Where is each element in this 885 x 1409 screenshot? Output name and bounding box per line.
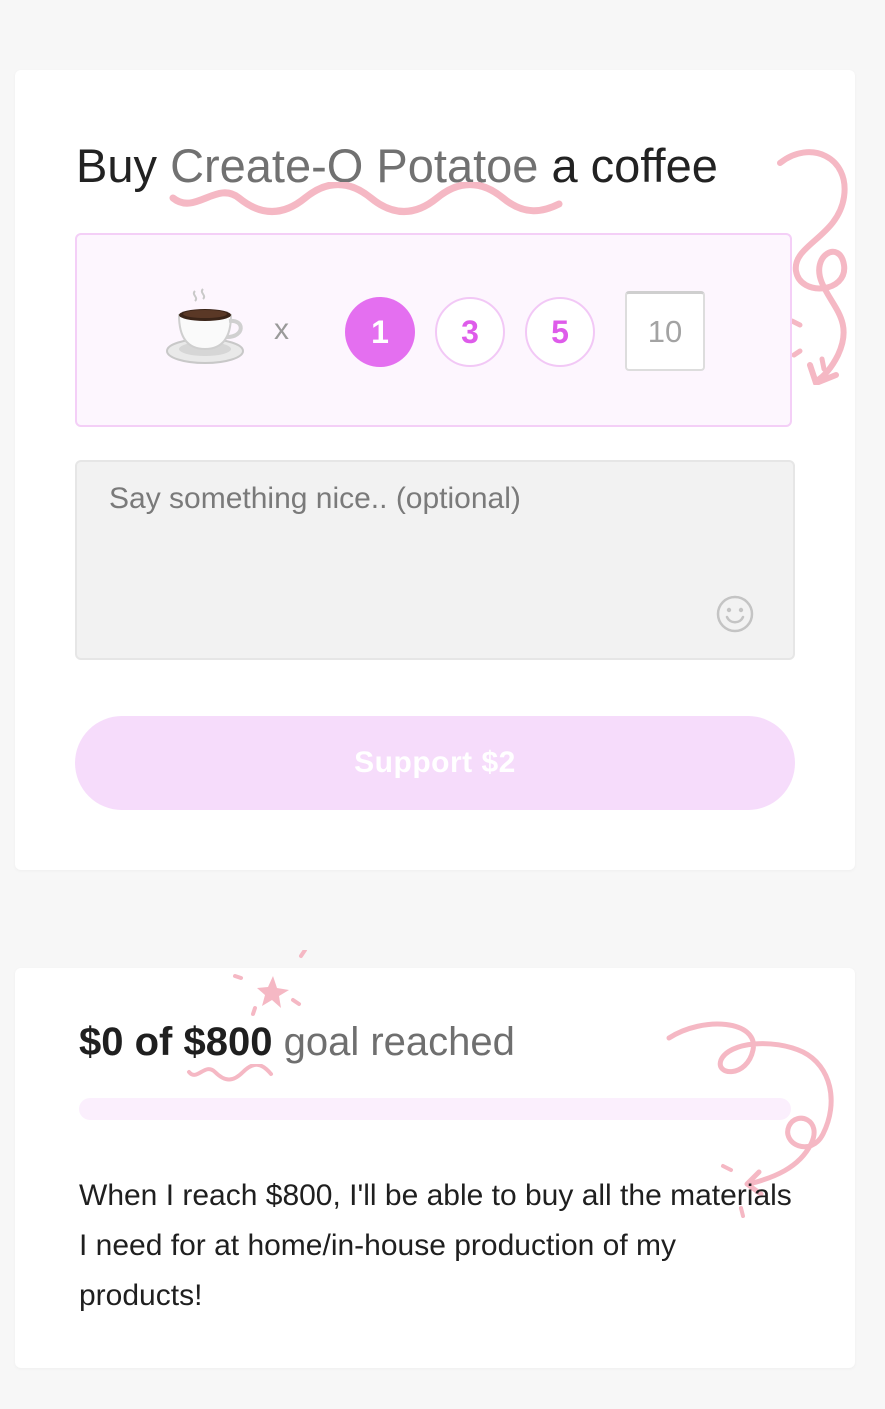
quantity-option-1[interactable]: 1 xyxy=(345,297,415,367)
goal-label: goal reached xyxy=(283,1020,515,1064)
goal-of-text: of xyxy=(134,1020,173,1064)
page-title: Buy Create-O Potatoe a coffee xyxy=(76,138,718,193)
smiley-icon[interactable] xyxy=(715,594,755,634)
title-prefix: Buy xyxy=(76,139,157,192)
quantity-option-3[interactable]: 3 xyxy=(435,297,505,367)
goal-description: When I reach $800, I'll be able to buy a… xyxy=(79,1179,792,1312)
support-card: Buy Create-O Potatoe a coffee x 1 3 5 10… xyxy=(15,70,855,870)
goal-amount: $800 xyxy=(183,1020,273,1064)
creator-name: Create-O Potatoe xyxy=(170,139,539,192)
sparkle-doodle-icon xyxy=(233,950,307,1016)
raised-amount: $0 xyxy=(79,1020,124,1064)
goal-heading: $0 of $800 goal reached xyxy=(79,1020,515,1065)
goal-progress-bar xyxy=(79,1098,791,1120)
custom-quantity-input[interactable] xyxy=(625,291,705,371)
quantity-option-5[interactable]: 5 xyxy=(525,297,595,367)
title-suffix: a coffee xyxy=(551,139,718,192)
quantity-picker: x 1 3 5 xyxy=(75,233,792,427)
coffee-cup-icon xyxy=(166,288,244,364)
support-button[interactable]: Support $2 xyxy=(75,716,795,810)
message-field[interactable] xyxy=(75,460,795,660)
goal-card: $0 of $800 goal reached When I reach $80… xyxy=(15,950,855,1368)
squiggle-underline-icon xyxy=(187,1064,273,1082)
multiplier-symbol: x xyxy=(274,313,289,346)
